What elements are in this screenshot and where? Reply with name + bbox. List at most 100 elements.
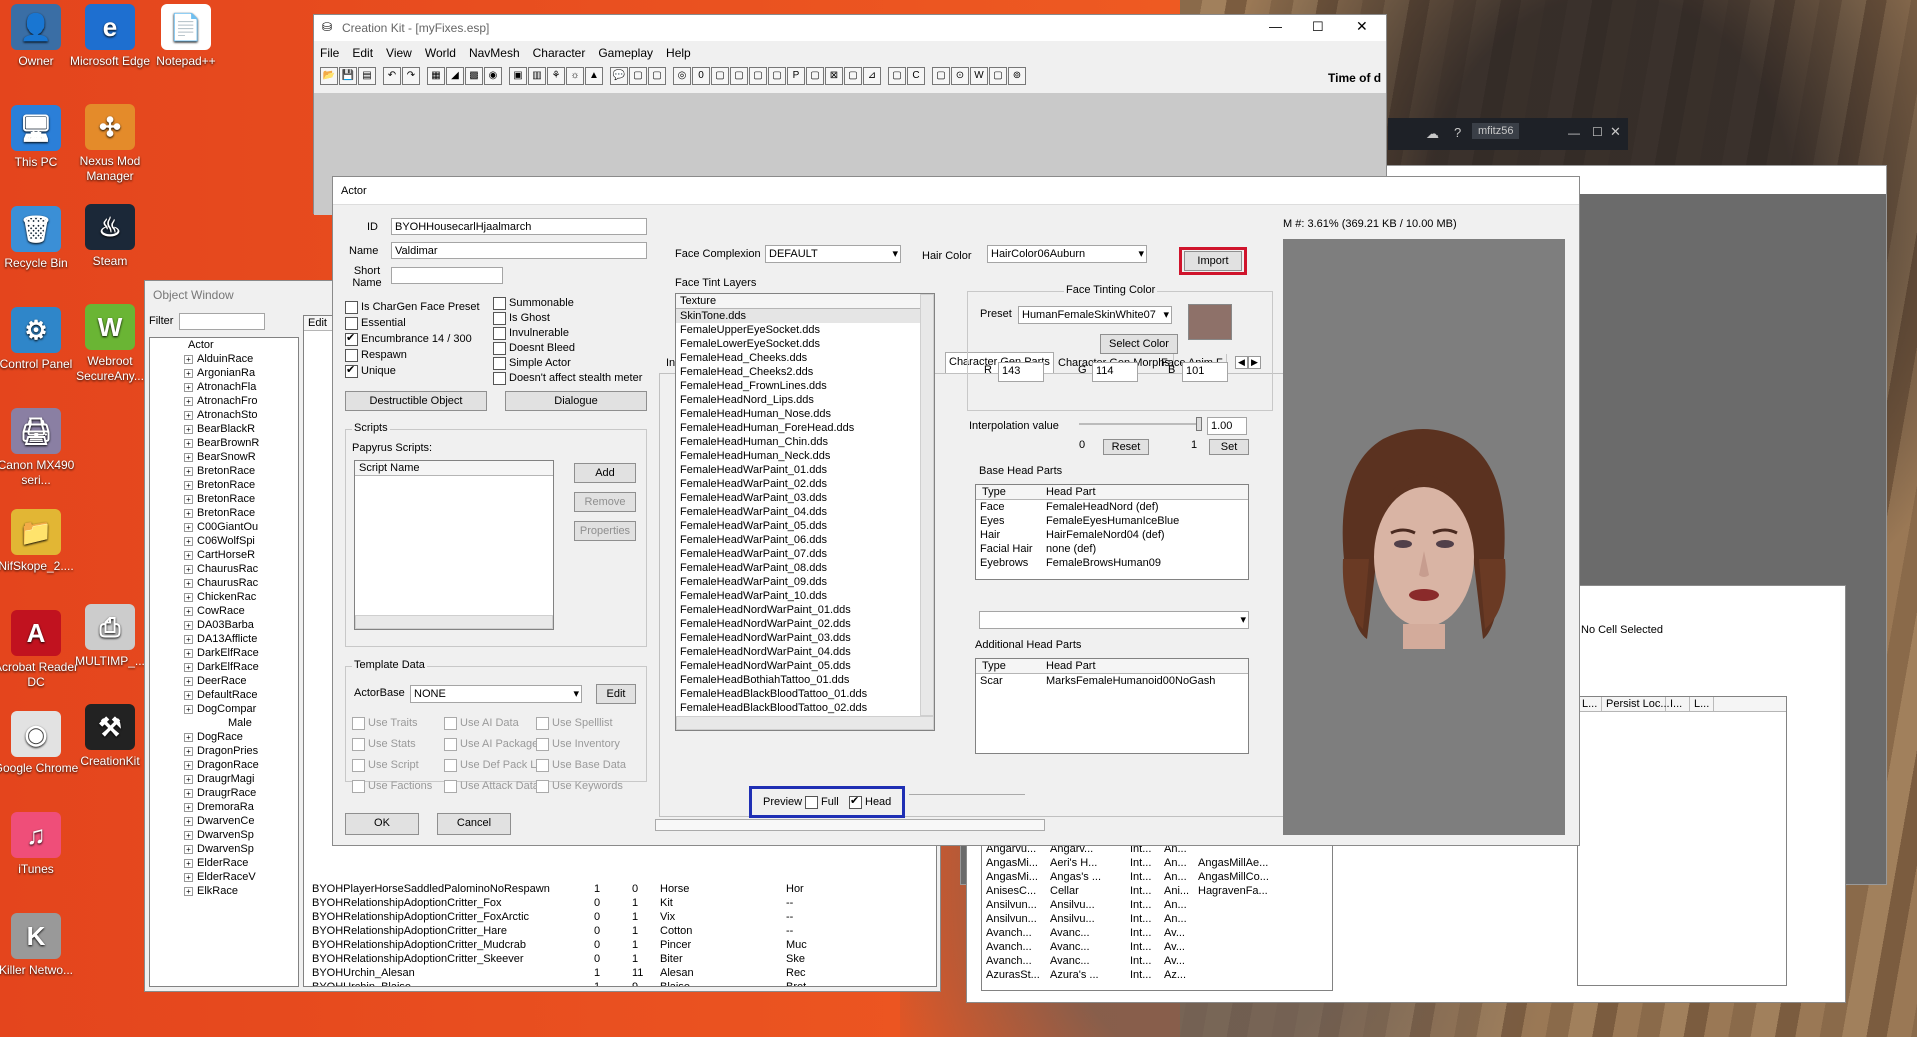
tree-expand-icon[interactable]: +: [184, 383, 193, 392]
cell-column-0[interactable]: L...: [1582, 697, 1602, 711]
toolbar-button-30[interactable]: ▢: [932, 67, 950, 85]
object-row[interactable]: BYOHRelationshipAdoptionCritter_Skeever 0…: [304, 952, 936, 966]
tint-list-hscrollbar[interactable]: [676, 716, 934, 730]
head-part-row[interactable]: Face FemaleHeadNord (def): [976, 500, 1248, 514]
toolbar-button-18[interactable]: 0: [692, 67, 710, 85]
object-row[interactable]: BYOHRelationshipAdoptionCritter_Mudcrab 0…: [304, 938, 936, 952]
id-input[interactable]: BYOHHousecarlHjaalmarch: [391, 218, 647, 235]
texture-item[interactable]: FemaleHead_FrownLines.dds: [676, 379, 934, 393]
interpolation-slider-thumb[interactable]: [1196, 417, 1202, 431]
cell-row[interactable]: Avanch... Avanc... Int... Av...: [982, 954, 1332, 968]
tree-item[interactable]: + BretonRace: [150, 464, 298, 478]
tree-item[interactable]: + BretonRace: [150, 478, 298, 492]
template-edit-button[interactable]: Edit: [596, 684, 636, 704]
toolbar-button-5[interactable]: ▦: [427, 67, 445, 85]
face-complexion-dropdown[interactable]: DEFAULT: [765, 245, 901, 263]
head-part-row[interactable]: Scar MarksFemaleHumanoid00NoGash: [976, 674, 1248, 688]
flag-checkbox-right-4[interactable]: Simple Actor: [493, 357, 571, 370]
toolbar-button-15[interactable]: ▢: [629, 67, 647, 85]
head-part-dropdown[interactable]: [979, 611, 1249, 629]
tree-expand-icon[interactable]: +: [184, 803, 193, 812]
texture-item[interactable]: FemaleHeadNordWarPaint_04.dds: [676, 645, 934, 659]
tree-item[interactable]: + ArgonianRa: [150, 366, 298, 380]
cell-column-3[interactable]: L...: [1694, 697, 1714, 711]
ck-close-icon[interactable]: ✕: [1356, 18, 1368, 35]
r-spinner[interactable]: 143: [998, 362, 1044, 382]
texture-item[interactable]: FemaleHeadNordWarPaint_01.dds: [676, 603, 934, 617]
tree-item[interactable]: + BearSnowR: [150, 450, 298, 464]
tree-item[interactable]: + ElderRaceV: [150, 870, 298, 884]
toolbar-button-22[interactable]: ▢: [768, 67, 786, 85]
tree-item[interactable]: + DarkElfRace: [150, 660, 298, 674]
maximize-icon[interactable]: ☐: [1592, 125, 1603, 139]
toolbar-button-8[interactable]: ◉: [484, 67, 502, 85]
flag-checkbox-0[interactable]: Is CharGen Face Preset: [345, 301, 480, 314]
object-row[interactable]: BYOHRelationshipAdoptionCritter_Hare 0 1 Co…: [304, 924, 936, 938]
tree-item[interactable]: + DogCompar: [150, 702, 298, 716]
texture-item[interactable]: FemaleHeadWarPaint_10.dds: [676, 589, 934, 603]
scripts-list[interactable]: Script Name: [354, 460, 554, 630]
texture-item[interactable]: FemaleHeadBothiahTattoo_01.dds: [676, 673, 934, 687]
texture-column[interactable]: Texture: [676, 294, 934, 309]
cell-row[interactable]: Ansilvun... Ansilvu... Int... An...: [982, 898, 1332, 912]
toolbar-button-13[interactable]: ▲: [585, 67, 603, 85]
toolbar-button-7[interactable]: ▩: [465, 67, 483, 85]
tree-item[interactable]: + C00GiantOu: [150, 520, 298, 534]
properties-button[interactable]: Properties: [574, 521, 636, 541]
type-column[interactable]: Type: [982, 485, 1006, 499]
tree-expand-icon[interactable]: +: [184, 635, 193, 644]
texture-item[interactable]: FemaleHeadWarPaint_05.dds: [676, 519, 934, 533]
toolbar-button-2[interactable]: ▤: [358, 67, 376, 85]
dialogue-button[interactable]: Dialogue: [505, 391, 647, 411]
texture-item[interactable]: FemaleHeadWarPaint_08.dds: [676, 561, 934, 575]
flag-checkbox-1[interactable]: Essential: [345, 317, 406, 330]
tree-expand-icon[interactable]: +: [184, 509, 193, 518]
tree-item[interactable]: + AtronachFla: [150, 380, 298, 394]
tree-item[interactable]: + DA03Barba: [150, 618, 298, 632]
toolbar-button-12[interactable]: ☼: [566, 67, 584, 85]
toolbar-button-3[interactable]: ↶: [383, 67, 401, 85]
tree-item[interactable]: + BretonRace: [150, 506, 298, 520]
tree-expand-icon[interactable]: +: [184, 649, 193, 658]
tree-item[interactable]: + AtronachFro: [150, 394, 298, 408]
texture-item[interactable]: FemaleHeadWarPaint_07.dds: [676, 547, 934, 561]
toolbar-button-23[interactable]: P: [787, 67, 805, 85]
tree-item[interactable]: + CowRace: [150, 604, 298, 618]
texture-item[interactable]: FemaleHeadWarPaint_09.dds: [676, 575, 934, 589]
flag-checkbox-right-3[interactable]: Doesnt Bleed: [493, 342, 575, 355]
cell-row[interactable]: Avanch... Avanc... Int... Av...: [982, 940, 1332, 954]
additional-head-part-column[interactable]: Head Part: [1046, 659, 1096, 673]
tree-expand-icon[interactable]: +: [184, 677, 193, 686]
tree-expand-icon[interactable]: +: [184, 747, 193, 756]
texture-item[interactable]: FemaleHeadWarPaint_01.dds: [676, 463, 934, 477]
tree-item[interactable]: + DwarvenCe: [150, 814, 298, 828]
tree-expand-icon[interactable]: +: [184, 775, 193, 784]
tree-expand-icon[interactable]: +: [184, 817, 193, 826]
texture-item[interactable]: SkinTone.dds: [676, 309, 934, 323]
g-spinner[interactable]: 114: [1092, 362, 1138, 382]
menu-gameplay[interactable]: Gameplay: [598, 46, 653, 60]
head-part-column[interactable]: Head Part: [1046, 485, 1096, 499]
desktop-icon-9[interactable]: K Killer Netwo...: [0, 913, 86, 978]
short-name-input[interactable]: [391, 267, 503, 284]
head-part-row[interactable]: Hair HairFemaleNord04 (def): [976, 528, 1248, 542]
tree-expand-icon[interactable]: +: [184, 705, 193, 714]
texture-item[interactable]: FemaleHeadBlackBloodTattoo_01.dds: [676, 687, 934, 701]
texture-item[interactable]: FemaleHeadWarPaint_02.dds: [676, 477, 934, 491]
tree-expand-icon[interactable]: +: [184, 859, 193, 868]
edit-column-header[interactable]: Edit: [304, 316, 334, 331]
toolbar-button-24[interactable]: ▢: [806, 67, 824, 85]
cell-row[interactable]: AngasMi... Aeri's H... Int... An... AngasMil…: [982, 856, 1332, 870]
actorbase-dropdown[interactable]: NONE: [410, 685, 582, 703]
set-button[interactable]: Set: [1209, 439, 1249, 455]
texture-item[interactable]: FemaleHeadHuman_Neck.dds: [676, 449, 934, 463]
remove-script-button[interactable]: Remove: [574, 492, 636, 512]
toolbar-button-31[interactable]: ⊙: [951, 67, 969, 85]
tree-expand-icon[interactable]: +: [184, 593, 193, 602]
toolbar-button-9[interactable]: ▣: [509, 67, 527, 85]
tree-item[interactable]: + DwarvenSp: [150, 828, 298, 842]
tree-item[interactable]: + DefaultRace: [150, 688, 298, 702]
tree-expand-icon[interactable]: +: [184, 607, 193, 616]
toolbar-button-11[interactable]: ⚘: [547, 67, 565, 85]
script-name-column[interactable]: Script Name: [355, 461, 553, 476]
